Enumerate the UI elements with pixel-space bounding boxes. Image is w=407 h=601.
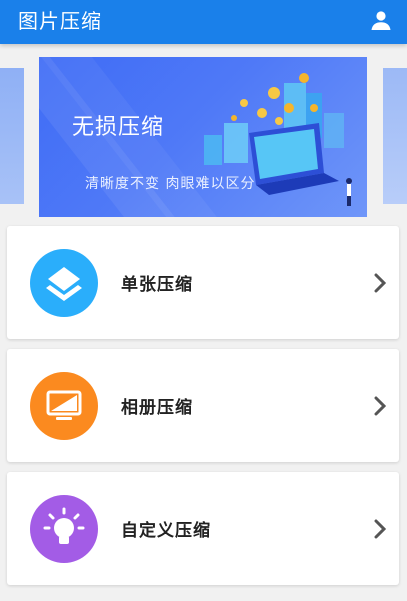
layers-icon — [30, 249, 98, 317]
option-card-single[interactable]: 单张压缩 — [7, 226, 399, 339]
banner-carousel[interactable]: 无损压缩 清晰度不变 肉眼难以区分 — [0, 57, 407, 217]
carousel-prev-slide[interactable] — [0, 68, 24, 204]
banner-illustration — [204, 73, 352, 206]
option-label: 自定义压缩 — [121, 521, 211, 541]
user-icon[interactable] — [369, 9, 393, 33]
carousel-next-slide[interactable] — [383, 68, 407, 204]
option-label: 相册压缩 — [121, 398, 193, 418]
page-title: 图片压缩 — [18, 9, 102, 33]
app-bar: 图片压缩 — [0, 0, 407, 44]
chevron-right-icon — [374, 273, 387, 293]
chevron-right-icon — [374, 396, 387, 416]
lightbulb-icon — [30, 495, 98, 563]
chevron-right-icon — [374, 519, 387, 539]
option-label: 单张压缩 — [121, 275, 193, 295]
option-card-album[interactable]: 相册压缩 — [7, 349, 399, 462]
banner-slide[interactable]: 无损压缩 清晰度不变 肉眼难以区分 — [39, 57, 367, 217]
banner-headline: 无损压缩 — [72, 115, 165, 140]
monitor-image-icon — [30, 372, 98, 440]
option-card-custom[interactable]: 自定义压缩 — [7, 472, 399, 585]
